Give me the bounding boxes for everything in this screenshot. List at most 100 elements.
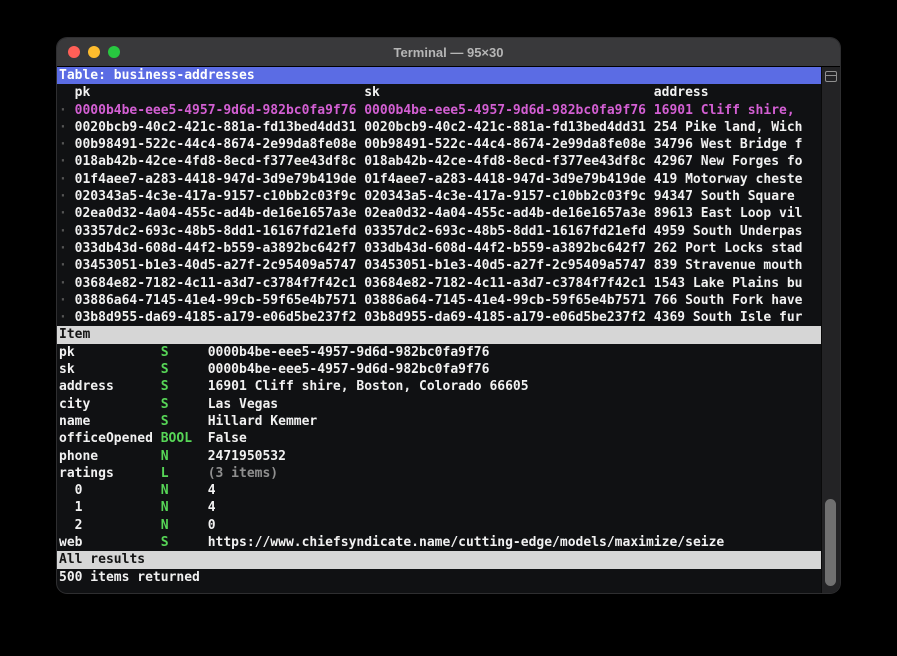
column-header-pad [59,84,75,101]
item-attribute-row: 0 N 4 [59,482,821,499]
column-header-sk: sk [364,85,380,101]
row-pk-cell: 033db43d-608d-44f2-b559-a3892bc642f7 [74,240,357,256]
table-row[interactable]: · 03886a64-7145-41e4-99cb-59f65e4b7571 0… [59,292,821,309]
attribute-key: city [59,396,91,412]
attribute-value: 16901 Cliff shire, Boston, Colorado 6660… [207,379,529,395]
row-bullet-icon: · [59,154,67,170]
item-attribute-row: ratings L (3 items) [59,465,821,482]
table-name-bar: Table: business-addresses [57,67,821,85]
attribute-type: N [160,483,169,499]
table-row[interactable]: · 0000b4be-eee5-4957-9d6d-982bc0fa9f76 0… [59,102,821,119]
attribute-value: https://www.chiefsyndicate.name/cutting-… [207,535,725,551]
row-pk-cell: 01f4aee7-a283-4418-947d-3d9e79b419de [74,171,357,187]
row-bullet-icon: · [59,275,67,291]
row-sk-cell: 03886a64-7145-41e4-99cb-59f65e4b7571 [364,292,646,308]
row-pk-cell: 0000b4be-eee5-4957-9d6d-982bc0fa9f76 [74,102,357,118]
row-sk-cell: 00b98491-522c-44c4-8674-2e99da8fe08e [364,137,646,153]
item-attribute-row: pk S 0000b4be-eee5-4957-9d6d-982bc0fa9f7… [59,344,821,361]
column-header-pk: pk [74,85,91,101]
row-pk-cell: 03453051-b1e3-40d5-a27f-2c95409a5747 [74,258,357,274]
window-title: Terminal — 95×30 [393,44,504,60]
scrollbar-track[interactable] [821,67,840,593]
row-address-cell: 89613 East Loop vil [653,206,803,222]
table-row[interactable]: · 03684e82-7182-4c11-a3d7-c3784f7f42c1 0… [59,275,821,292]
row-pk-cell: 02ea0d32-4a04-455c-ad4b-de16e1657a3e [74,206,357,222]
attribute-value: 4 [207,500,216,516]
item-attribute-row: city S Las Vegas [59,396,821,413]
table-row[interactable]: · 02ea0d32-4a04-455c-ad4b-de16e1657a3e 0… [59,205,821,222]
results-section-bar: All results [57,551,821,569]
item-section-bar: Item [57,326,821,344]
row-pk-cell: 03357dc2-693c-48b5-8dd1-16167fd21efd [74,223,357,239]
item-attribute-row: 1 N 4 [59,499,821,516]
row-pk-cell: 03684e82-7182-4c11-a3d7-c3784f7f42c1 [74,275,357,291]
attribute-type: BOOL [160,431,193,447]
table-row[interactable]: · 033db43d-608d-44f2-b559-a3892bc642f7 0… [59,240,821,257]
table-row[interactable]: · 018ab42b-42ce-4fd8-8ecd-f377ee43df8c 0… [59,153,821,170]
row-address-cell: 254 Pike land, Wich [653,119,803,135]
attribute-type: N [160,517,169,533]
attribute-key: name [59,413,91,429]
zoom-button[interactable] [108,46,120,58]
attribute-value: 0000b4be-eee5-4957-9d6d-982bc0fa9f76 [207,362,490,378]
row-address-cell: 94347 South Square [653,189,795,205]
attribute-value: 0000b4be-eee5-4957-9d6d-982bc0fa9f76 [207,344,490,360]
table-row[interactable]: · 03357dc2-693c-48b5-8dd1-16167fd21efd 0… [59,223,821,240]
attribute-type: S [160,362,169,378]
attribute-value: (3 items) [207,465,279,481]
row-bullet-icon: · [59,223,67,239]
row-address-cell: 262 Port Locks stad [653,240,803,256]
close-button[interactable] [68,46,80,58]
attribute-type: S [160,413,169,429]
row-address-cell: 4369 South Isle fur [653,310,803,326]
attribute-value: 0 [207,517,216,533]
scrollbar-thumb[interactable] [825,499,836,586]
table-row[interactable]: · 03453051-b1e3-40d5-a27f-2c95409a5747 0… [59,257,821,274]
row-bullet-icon: · [59,102,67,118]
table-row[interactable]: · 03b8d955-da69-4185-a179-e06d5be237f2 0… [59,309,821,326]
row-sk-cell: 0000b4be-eee5-4957-9d6d-982bc0fa9f76 [364,102,646,118]
attribute-value: Hillard Kemmer [207,413,318,429]
table-row[interactable]: · 01f4aee7-a283-4418-947d-3d9e79b419de 0… [59,171,821,188]
table-row[interactable]: · 00b98491-522c-44c4-8674-2e99da8fe08e 0… [59,136,821,153]
window-titlebar[interactable]: Terminal — 95×30 [57,38,840,67]
row-sk-cell: 0020bcb9-40c2-421c-881a-fd13bed4dd31 [364,119,646,135]
item-attribute-row: officeOpened BOOL False [59,430,821,447]
attribute-type: S [160,379,169,395]
attribute-key: pk [59,344,75,360]
attribute-type: S [160,344,169,360]
row-sk-cell: 018ab42b-42ce-4fd8-8ecd-f377ee43df8c [364,154,646,170]
attribute-value: False [207,431,247,447]
split-pane-icon[interactable] [825,71,837,82]
terminal-window: Terminal — 95×30 Table: business-address… [57,38,840,593]
attribute-type: N [160,448,169,464]
row-pk-cell: 020343a5-4c3e-417a-9157-c10bb2c03f9c [74,189,357,205]
attribute-value: Las Vegas [207,396,279,412]
item-attribute-row: web S https://www.chiefsyndicate.name/cu… [59,534,821,551]
table-row[interactable]: · 0020bcb9-40c2-421c-881a-fd13bed4dd31 0… [59,119,821,136]
row-sk-cell: 03b8d955-da69-4185-a179-e06d5be237f2 [364,310,646,326]
row-sk-cell: 03453051-b1e3-40d5-a27f-2c95409a5747 [364,258,646,274]
row-pk-cell: 03b8d955-da69-4185-a179-e06d5be237f2 [74,310,357,326]
attribute-type: N [160,500,169,516]
row-address-cell: 766 South Fork have [653,292,803,308]
attribute-key: phone [59,448,99,464]
attribute-key: 1 [59,500,83,516]
row-bullet-icon: · [59,240,67,256]
row-address-cell: 839 Stravenue mouth [653,258,803,274]
row-address-cell: 4959 South Underpas [653,223,803,239]
attribute-key: sk [59,362,75,378]
row-bullet-icon: · [59,206,67,222]
status-line: 500 items returned [59,569,200,585]
item-attribute-row: name S Hillard Kemmer [59,413,821,430]
row-address-cell: 1543 Lake Plains bu [653,275,803,291]
table-row[interactable]: · 020343a5-4c3e-417a-9157-c10bb2c03f9c 0… [59,188,821,205]
row-sk-cell: 02ea0d32-4a04-455c-ad4b-de16e1657a3e [364,206,646,222]
minimize-button[interactable] [88,46,100,58]
attribute-key: ratings [59,465,114,481]
row-bullet-icon: · [59,258,67,274]
row-sk-cell: 033db43d-608d-44f2-b559-a3892bc642f7 [364,240,646,256]
item-attribute-row: 2 N 0 [59,517,821,534]
row-bullet-icon: · [59,171,67,187]
terminal-content: Table: business-addresses pk sk address … [57,67,821,593]
